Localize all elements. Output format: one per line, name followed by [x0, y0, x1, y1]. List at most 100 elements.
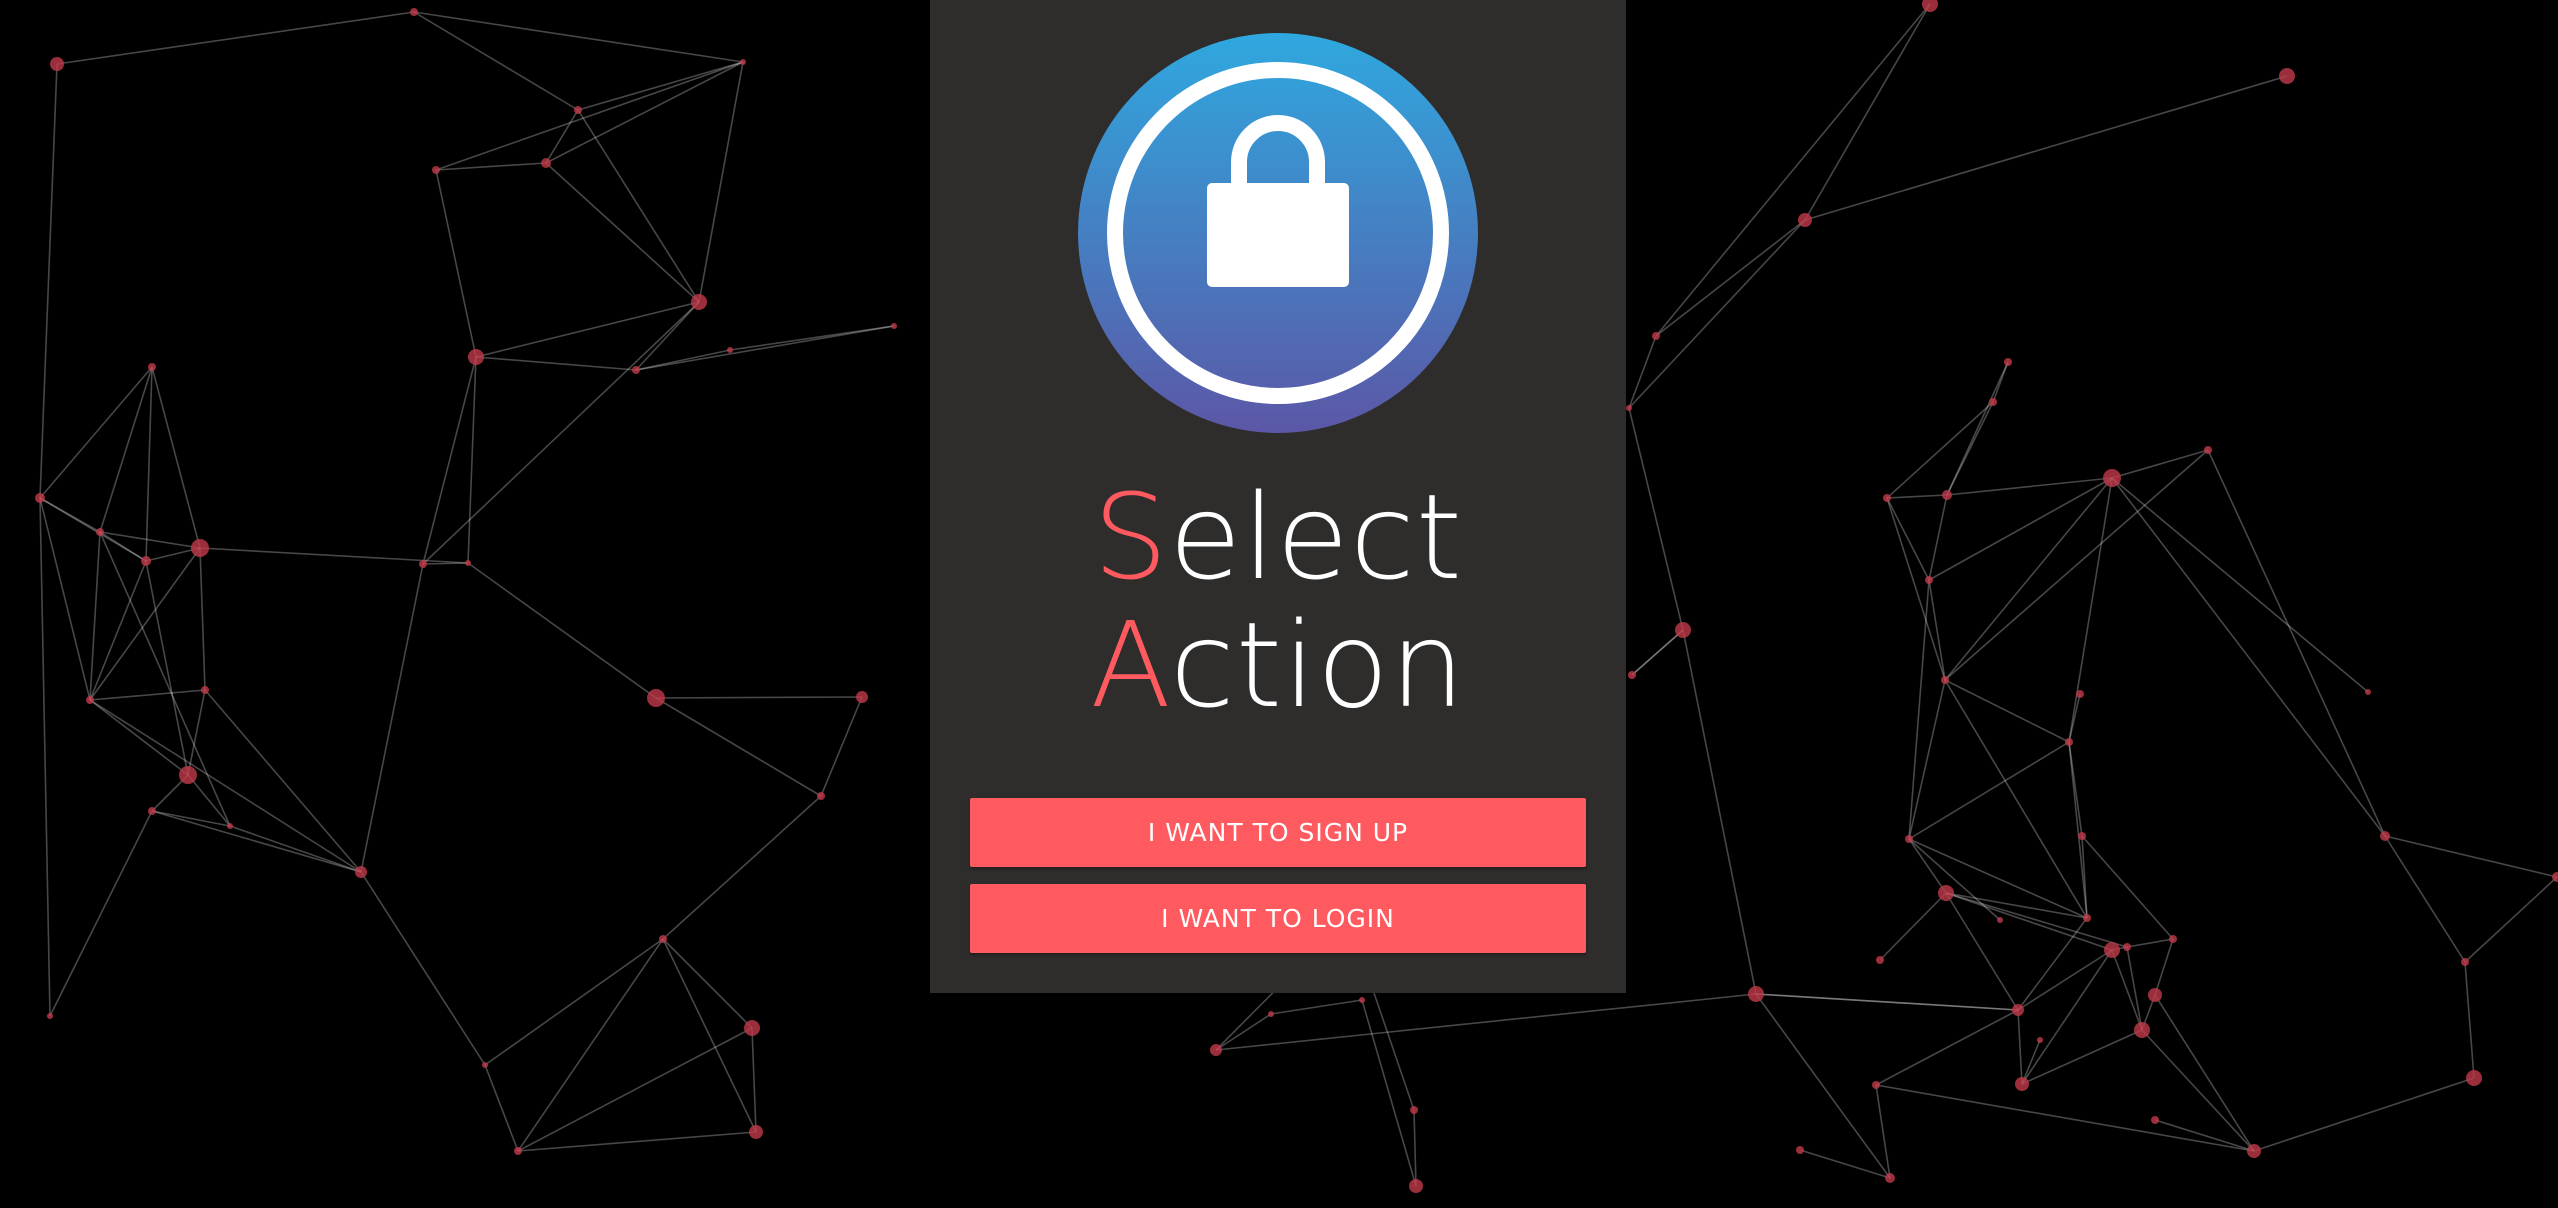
- network-edge: [56, 11, 415, 65]
- network-node: [574, 106, 582, 114]
- network-edge: [99, 366, 153, 533]
- network-edge: [199, 547, 469, 564]
- network-edge: [151, 810, 231, 827]
- network-node: [2078, 832, 2086, 840]
- network-edge: [89, 531, 101, 701]
- network-node: [2015, 1077, 2029, 1091]
- network-edge: [635, 325, 895, 371]
- network-node: [2123, 943, 2131, 951]
- network-edge: [2017, 1009, 2023, 1085]
- network-edge: [751, 1027, 757, 1133]
- network-node: [1942, 490, 1952, 500]
- network-edge: [1799, 1149, 1891, 1179]
- network-node: [148, 807, 156, 815]
- network-edge: [698, 61, 744, 303]
- network-node: [647, 689, 665, 707]
- network-edge: [422, 356, 477, 565]
- network-node: [47, 1013, 53, 1019]
- network-node: [1268, 1011, 1274, 1017]
- network-edge: [1886, 401, 1994, 499]
- network-node: [1675, 622, 1691, 638]
- network-node: [2247, 1144, 2261, 1158]
- page-title-line-1: Select: [930, 478, 1626, 596]
- network-edge: [2384, 835, 2558, 878]
- network-edge: [39, 366, 153, 499]
- sign-up-button[interactable]: I WANT TO SIGN UP: [970, 798, 1586, 867]
- network-node: [482, 1062, 488, 1068]
- network-edge: [89, 699, 189, 776]
- network-node: [468, 349, 484, 365]
- network-edge: [2111, 449, 2209, 479]
- network-edge: [662, 795, 822, 940]
- network-edge: [39, 497, 51, 1017]
- title-rest-select: elect: [1168, 468, 1464, 606]
- network-node: [50, 57, 64, 71]
- network-edge: [1804, 75, 2288, 221]
- network-edge: [1755, 993, 2019, 1011]
- network-edge: [1944, 477, 2113, 681]
- network-node: [1876, 956, 1884, 964]
- network-node: [355, 866, 367, 878]
- network-edge: [1908, 741, 2070, 840]
- network-node: [2169, 935, 2177, 943]
- network-edge: [2126, 938, 2174, 948]
- network-edge: [820, 696, 863, 797]
- network-node: [2083, 914, 2091, 922]
- network-edge: [89, 699, 362, 873]
- lock-icon: [1078, 33, 1478, 433]
- network-edge: [2154, 994, 2255, 1152]
- network-node: [432, 166, 440, 174]
- network-node: [740, 59, 746, 65]
- network-node: [1409, 1179, 1423, 1193]
- network-edge: [413, 11, 579, 111]
- network-edge: [2111, 477, 2369, 693]
- network-edge: [1946, 401, 1994, 496]
- network-node: [2461, 958, 2469, 966]
- network-edge: [99, 531, 201, 549]
- network-edge: [655, 697, 822, 797]
- network-node: [1210, 1044, 1222, 1056]
- network-edge: [1655, 219, 1806, 337]
- network-edge: [2464, 961, 2475, 1079]
- network-node: [2204, 446, 2212, 454]
- network-node: [2065, 738, 2073, 746]
- login-button[interactable]: I WANT TO LOGIN: [970, 884, 1586, 953]
- network-node: [1997, 917, 2003, 923]
- network-node: [1359, 997, 1365, 1003]
- network-node: [2151, 1116, 2159, 1124]
- network-node: [148, 363, 156, 371]
- network-edge: [1928, 579, 1946, 681]
- network-node: [2279, 68, 2295, 84]
- network-node: [1798, 213, 1812, 227]
- network-edge: [517, 938, 664, 1152]
- network-node: [1626, 405, 1632, 411]
- network-edge: [475, 356, 637, 371]
- network-node: [514, 1147, 522, 1155]
- network-edge: [2464, 876, 2558, 963]
- network-edge: [2154, 938, 2174, 996]
- network-edge: [1886, 497, 1930, 581]
- network-node: [2037, 1037, 2043, 1043]
- network-edge: [467, 356, 477, 564]
- network-node: [1989, 398, 1997, 406]
- network-edge: [1270, 999, 1363, 1015]
- network-edge: [1655, 3, 1931, 337]
- network-node: [891, 323, 897, 329]
- network-edge: [2068, 693, 2081, 743]
- network-edge: [1875, 1084, 1891, 1179]
- network-edge: [435, 61, 744, 171]
- network-node: [2365, 689, 2371, 695]
- network-edge: [662, 938, 753, 1029]
- network-edge: [1945, 892, 2128, 948]
- network-edge: [662, 938, 757, 1133]
- network-edge: [475, 301, 700, 358]
- network-node: [2134, 1022, 2150, 1038]
- network-edge: [1628, 335, 1657, 409]
- network-node: [691, 294, 707, 310]
- network-node: [659, 935, 667, 943]
- network-node: [410, 8, 418, 16]
- network-edge: [484, 1064, 519, 1152]
- network-edge: [99, 531, 231, 827]
- network-edge: [145, 366, 153, 562]
- network-edge: [1875, 1084, 2255, 1152]
